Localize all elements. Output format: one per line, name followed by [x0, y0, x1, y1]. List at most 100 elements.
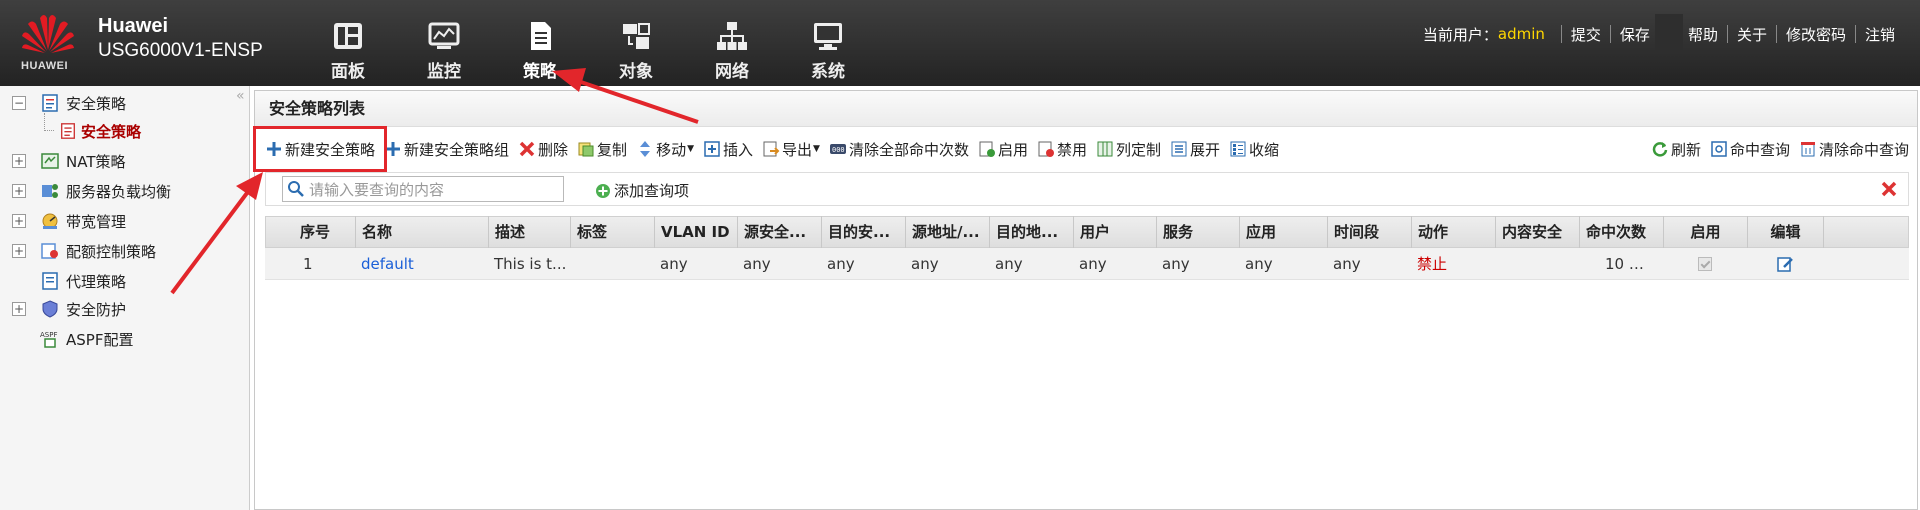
expand-icon[interactable]: + — [12, 302, 26, 316]
export-button[interactable]: 导出 ▼ — [762, 139, 820, 160]
col-header[interactable]: 序号 — [266, 216, 356, 248]
tree-branch-line — [44, 113, 54, 131]
sidebar-item-quota[interactable]: + 配额控制策略 — [12, 238, 156, 264]
svg-text:000: 000 — [832, 146, 845, 154]
server-lb-icon — [42, 184, 58, 198]
col-header[interactable]: 描述 — [489, 216, 571, 248]
system-icon — [814, 23, 842, 50]
device-model: USG6000V1-ENSP — [98, 40, 263, 61]
huawei-logo-icon — [22, 15, 74, 53]
cell-name-link[interactable]: default — [355, 248, 488, 280]
expand-icon[interactable]: + — [12, 244, 26, 258]
sidebar-item-security-policy[interactable]: − 安全策略 — [12, 90, 126, 116]
close-icon[interactable] — [1880, 180, 1898, 198]
col-header[interactable]: 应用 — [1240, 216, 1328, 248]
col-header[interactable]: 时间段 — [1328, 216, 1412, 248]
sidebar-item-proxy[interactable]: 代理策略 — [12, 268, 126, 294]
add-filter-button[interactable]: 添加查询项 — [594, 180, 689, 201]
col-header[interactable]: 标签 — [571, 216, 655, 248]
search-placeholder: 请输入要查询的内容 — [309, 180, 445, 199]
policy-doc-icon — [61, 123, 75, 139]
expand-icon[interactable]: + — [12, 214, 26, 228]
about-link[interactable]: 关于 — [1734, 24, 1770, 45]
clear-hits-button[interactable]: 000 清除全部命中次数 — [829, 139, 969, 160]
enabled-checkbox[interactable] — [1698, 257, 1712, 271]
col-header[interactable]: 源安全... — [738, 216, 822, 248]
search-input[interactable]: 请输入要查询的内容 — [282, 176, 564, 202]
search-icon — [288, 181, 304, 197]
copy-button[interactable]: 复制 — [577, 139, 627, 160]
button-label: 展开 — [1190, 140, 1221, 159]
table-row[interactable]: 1 default This is t... any any any any a… — [265, 248, 1909, 280]
refresh-button[interactable]: 刷新 — [1651, 139, 1701, 160]
nat-icon — [41, 153, 59, 169]
col-header[interactable]: 目的地... — [990, 216, 1074, 248]
disable-button[interactable]: 禁用 — [1037, 139, 1087, 160]
col-header[interactable]: 用户 — [1074, 216, 1157, 248]
button-label: 复制 — [597, 140, 628, 159]
button-label: 收缩 — [1249, 140, 1280, 159]
collapse-sidebar-icon[interactable]: « — [236, 88, 245, 104]
hit-query-button[interactable]: 命中查询 — [1710, 139, 1790, 160]
divider — [1854, 25, 1856, 43]
col-header[interactable]: 服务 — [1157, 216, 1240, 248]
add-circle-icon — [596, 183, 610, 198]
sidebar-item-nat-policy[interactable]: + NAT策略 — [12, 148, 125, 174]
sidebar-item-label: 安全策略 — [66, 94, 127, 113]
cell-user: any — [1079, 254, 1107, 273]
delete-button[interactable]: 删除 — [518, 139, 568, 160]
insert-button[interactable]: 插入 — [703, 139, 753, 160]
expand-icon[interactable]: + — [12, 154, 26, 168]
nav-network[interactable]: 网络 — [684, 0, 780, 86]
col-header[interactable]: VLAN ID — [655, 216, 738, 248]
save-link[interactable]: 保存 — [1617, 24, 1653, 45]
sidebar-item-protection[interactable]: + 安全防护 — [12, 296, 126, 322]
left-sidebar: « − 安全策略 安全策略 + NAT策略 + 服务器负载均衡 + 带宽管理 +… — [0, 86, 250, 510]
nav-object[interactable]: 对象 — [588, 0, 684, 86]
sidebar-item-label: 带宽管理 — [66, 212, 127, 231]
logout-link[interactable]: 注销 — [1862, 24, 1898, 45]
change-password-link[interactable]: 修改密码 — [1783, 24, 1849, 45]
expand-icon[interactable]: + — [12, 184, 26, 198]
button-label: 新建安全策略组 — [404, 140, 510, 159]
col-header[interactable]: 命中次数 — [1580, 216, 1664, 248]
col-header[interactable]: 目的安... — [822, 216, 906, 248]
sidebar-item-server-lb[interactable]: + 服务器负载均衡 — [12, 178, 171, 204]
sidebar-child-security-policy[interactable]: 安全策略 — [44, 113, 142, 143]
divider — [1775, 25, 1777, 43]
aspf-icon: ASPF — [40, 331, 57, 348]
columns-icon — [1097, 141, 1113, 157]
edit-icon[interactable] — [1776, 255, 1794, 273]
new-policy-group-button[interactable]: 新建安全策略组 — [384, 139, 509, 160]
help-link[interactable]: 帮助 — [1685, 24, 1721, 45]
col-header[interactable]: 编辑 — [1748, 216, 1824, 248]
col-header[interactable]: 内容安全 — [1496, 216, 1580, 248]
cell-dst-zone: any — [827, 254, 855, 273]
sidebar-item-bandwidth[interactable]: + 带宽管理 — [12, 208, 126, 234]
cell-action: 禁止 — [1417, 254, 1448, 273]
col-header[interactable]: 源地址/... — [906, 216, 990, 248]
nav-policy[interactable]: 策略 — [492, 0, 588, 86]
divider — [1560, 25, 1562, 43]
move-button[interactable]: 移动 ▼ — [636, 139, 694, 160]
sidebar-child-label: 安全策略 — [81, 122, 142, 141]
button-label: 插入 — [723, 140, 754, 159]
clear-hit-query-button[interactable]: 清除命中查询 — [1799, 139, 1909, 160]
brand-name: Huawei — [98, 15, 169, 37]
col-header[interactable]: 名称 — [356, 216, 489, 248]
nav-system[interactable]: 系统 — [780, 0, 876, 86]
customize-columns-button[interactable]: 列定制 — [1096, 139, 1161, 160]
col-header[interactable]: 启用 — [1664, 216, 1748, 248]
nav-label: 监控 — [427, 62, 461, 82]
submit-link[interactable]: 提交 — [1568, 24, 1604, 45]
expand-button[interactable]: 展开 — [1170, 139, 1220, 160]
collapse-button[interactable]: 收缩 — [1229, 139, 1279, 160]
insert-icon — [704, 141, 720, 157]
nav-dashboard[interactable]: 面板 — [300, 0, 396, 86]
collapse-icon[interactable]: − — [12, 96, 26, 110]
clear-hits-link[interactable]: 清除 — [1635, 255, 1663, 273]
col-header[interactable]: 动作 — [1412, 216, 1496, 248]
nav-monitor[interactable]: 监控 — [396, 0, 492, 86]
sidebar-item-aspf[interactable]: ASPF ASPF配置 — [12, 326, 133, 352]
enable-button[interactable]: 启用 — [978, 139, 1028, 160]
